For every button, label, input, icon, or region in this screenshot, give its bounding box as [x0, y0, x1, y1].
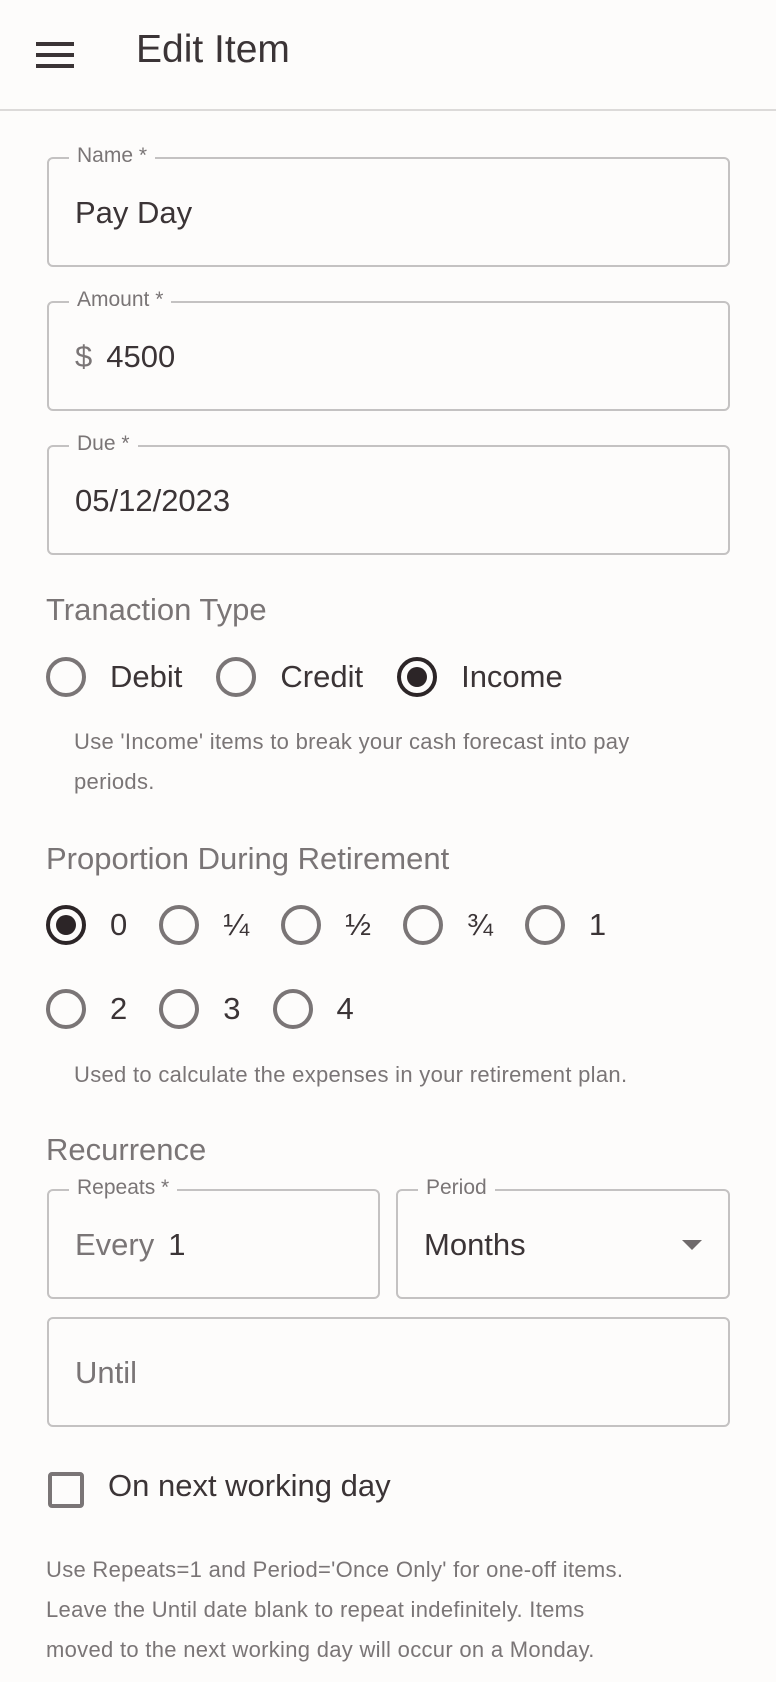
- proportion-help: Used to calculate the expenses in your r…: [74, 1062, 628, 1087]
- hamburger-menu-icon[interactable]: [36, 42, 74, 68]
- radio-circle-icon[interactable]: [46, 657, 86, 697]
- proportion-group-row2: 2 3 4: [46, 989, 354, 1029]
- repeats-label: Repeats *: [69, 1176, 178, 1200]
- name-label: Name *: [69, 144, 156, 168]
- radio-circle-icon[interactable]: [281, 905, 322, 945]
- recurrence-help: Use Repeats=1 and Period='Once Only' for…: [46, 1550, 623, 1670]
- radio-circle-icon[interactable]: [272, 989, 313, 1029]
- until-placeholder[interactable]: Until: [75, 1355, 137, 1391]
- recurrence-help-line: Leave the Until date blank to repeat ind…: [46, 1597, 585, 1622]
- next-working-day-checkbox[interactable]: [48, 1472, 84, 1508]
- radio-credit[interactable]: Credit: [216, 657, 363, 697]
- repeats-value[interactable]: 1: [168, 1227, 185, 1262]
- currency-prefix: $: [75, 339, 93, 374]
- period-value: Months: [424, 1227, 526, 1262]
- radio-proportion-4[interactable]: 4: [272, 989, 354, 1029]
- radio-label: 3: [223, 991, 241, 1026]
- radio-circle-icon[interactable]: [402, 905, 443, 945]
- radio-label: Income: [461, 659, 563, 694]
- repeats-prefix: Every: [75, 1227, 155, 1262]
- radio-proportion-0[interactable]: 0: [46, 905, 127, 945]
- proportion-heading: Proportion During Retirement: [46, 841, 450, 876]
- radio-proportion-half[interactable]: ½: [281, 905, 371, 945]
- app-bar: Edit Item: [0, 0, 776, 111]
- radio-selected-icon[interactable]: [46, 905, 86, 945]
- page-title: Edit Item: [136, 28, 290, 71]
- proportion-group-row1: 0 ¼ ½ ¾ 1: [46, 905, 606, 945]
- period-label: Period: [418, 1176, 495, 1200]
- transaction-type-heading: Tranaction Type: [46, 592, 267, 627]
- radio-label: ½: [345, 907, 371, 942]
- transaction-type-help: Use 'Income' items to break your cash fo…: [74, 729, 630, 794]
- radio-debit[interactable]: Debit: [46, 657, 182, 697]
- name-field[interactable]: Name * Pay Day: [47, 144, 730, 267]
- recurrence-heading: Recurrence: [46, 1132, 207, 1167]
- radio-circle-icon[interactable]: [524, 905, 565, 945]
- due-label: Due *: [69, 432, 138, 456]
- amount-label: Amount *: [69, 288, 172, 312]
- next-working-day-label[interactable]: On next working day: [108, 1468, 391, 1504]
- radio-label: 1: [588, 907, 607, 942]
- radio-proportion-quarter[interactable]: ¼: [159, 905, 249, 945]
- radio-circle-icon[interactable]: [216, 657, 257, 697]
- radio-circle-icon[interactable]: [159, 989, 200, 1029]
- until-field[interactable]: Until: [47, 1317, 730, 1427]
- transaction-type-group: Debit Credit Income: [46, 657, 563, 697]
- name-value[interactable]: Pay Day: [75, 195, 192, 231]
- radio-label: 0: [110, 907, 128, 942]
- radio-label: 2: [110, 991, 128, 1026]
- radio-proportion-1[interactable]: 1: [524, 905, 607, 945]
- recurrence-help-line: Use Repeats=1 and Period='Once Only' for…: [46, 1557, 624, 1582]
- amount-value[interactable]: 4500: [106, 339, 175, 374]
- radio-proportion-three-quarters[interactable]: ¾: [402, 905, 493, 945]
- period-select[interactable]: Period Months: [396, 1176, 730, 1299]
- due-date-field[interactable]: Due * 05/12/2023: [47, 432, 730, 555]
- due-value[interactable]: 05/12/2023: [75, 483, 230, 519]
- radio-proportion-3[interactable]: 3: [159, 989, 241, 1029]
- radio-label: Credit: [280, 659, 364, 694]
- radio-circle-icon[interactable]: [159, 905, 200, 945]
- dropdown-arrow-icon[interactable]: [682, 1240, 702, 1250]
- radio-label: ¾: [466, 907, 493, 942]
- radio-label: 4: [336, 991, 354, 1026]
- radio-proportion-2[interactable]: 2: [46, 989, 127, 1029]
- radio-selected-icon[interactable]: [397, 657, 438, 697]
- radio-income[interactable]: Income: [397, 657, 563, 697]
- radio-label: Debit: [110, 659, 183, 694]
- radio-circle-icon[interactable]: [46, 989, 86, 1029]
- amount-field[interactable]: Amount * $4500: [47, 288, 730, 411]
- radio-label: ¼: [223, 907, 250, 942]
- recurrence-help-line: moved to the next working day will occur…: [46, 1637, 595, 1662]
- repeats-field[interactable]: Repeats * Every 1: [47, 1176, 380, 1299]
